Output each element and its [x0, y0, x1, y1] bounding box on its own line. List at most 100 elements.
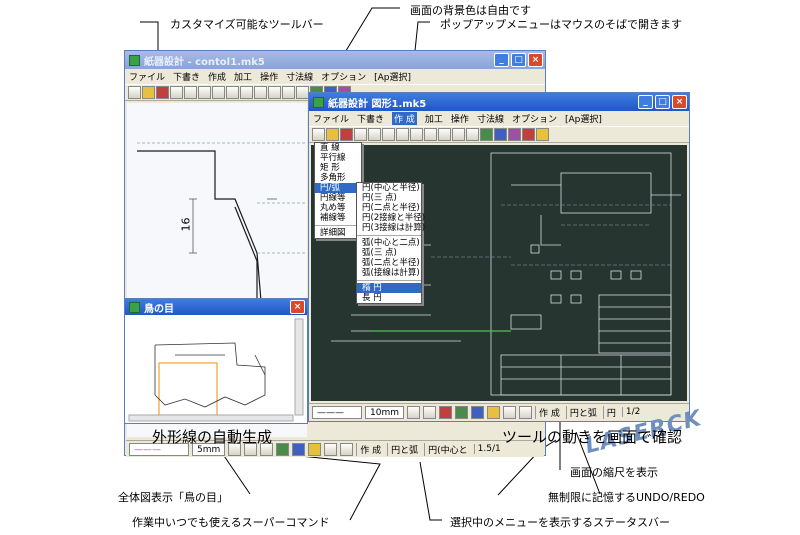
- minimize-button[interactable]: _: [494, 53, 509, 67]
- popup-separator: [357, 233, 421, 236]
- popup-item-round[interactable]: 丸め等: [315, 203, 361, 213]
- polygon-icon[interactable]: [282, 86, 295, 99]
- sub-item-5[interactable]: 円(3接線は計算): [357, 223, 425, 233]
- line-icon[interactable]: [354, 128, 367, 141]
- redo-icon[interactable]: [340, 442, 354, 456]
- sub-item-4[interactable]: 円(2接線と半径): [357, 213, 425, 223]
- undo-icon[interactable]: [324, 442, 338, 456]
- sub-item-3[interactable]: 円(二点と半径): [357, 203, 421, 213]
- status-menu-2: 円と弧: [565, 405, 600, 419]
- grid-icon[interactable]: [240, 86, 253, 99]
- copy-icon[interactable]: [536, 128, 549, 141]
- sub-item-9[interactable]: 弧(接線は計算): [357, 268, 421, 278]
- popup-item-parallel[interactable]: 平行線: [315, 153, 361, 163]
- menu-create[interactable]: 作成: [208, 70, 226, 83]
- super-cmd-3-icon[interactable]: [487, 405, 500, 419]
- birdseye-overview[interactable]: [125, 315, 307, 423]
- menu-draft[interactable]: 下書き: [173, 70, 200, 83]
- close-button[interactable]: ×: [290, 300, 305, 314]
- slant-icon[interactable]: [198, 86, 211, 99]
- menu-file[interactable]: ファイル: [129, 70, 165, 83]
- vline-icon[interactable]: [184, 86, 197, 99]
- menu-process[interactable]: 加工: [425, 112, 443, 125]
- redo-icon[interactable]: [519, 405, 532, 419]
- angle-icon[interactable]: [254, 86, 267, 99]
- status-menu-3: 円: [602, 405, 619, 419]
- maximize-button[interactable]: □: [655, 95, 670, 109]
- circle-icon[interactable]: [452, 128, 465, 141]
- menu-ap-select[interactable]: [Ap選択]: [565, 112, 602, 125]
- popup-item-detail[interactable]: 詳細図: [315, 228, 361, 238]
- menu-create[interactable]: 作 成: [392, 112, 417, 125]
- super-cmd-1-icon[interactable]: [455, 405, 468, 419]
- app-icon: [313, 96, 324, 108]
- popup-item-circle-arc[interactable]: 円/弧: [315, 183, 361, 193]
- mirror-icon[interactable]: [522, 128, 535, 141]
- open-icon[interactable]: [326, 128, 339, 141]
- undo-icon[interactable]: [503, 405, 516, 419]
- new-icon[interactable]: [128, 86, 141, 99]
- popup-item-polygon[interactable]: 多角形: [315, 173, 361, 183]
- menu-draft[interactable]: 下書き: [357, 112, 384, 125]
- menu-file[interactable]: ファイル: [313, 112, 349, 125]
- parallel-icon[interactable]: [226, 86, 239, 99]
- super-cmd-2-icon[interactable]: [292, 442, 306, 456]
- trim-icon[interactable]: [494, 128, 507, 141]
- status-menu-1: 作 成: [535, 405, 563, 419]
- status-menu-2: 円と弧: [387, 442, 421, 456]
- line-icon[interactable]: [170, 86, 183, 99]
- fillet-icon[interactable]: [480, 128, 493, 141]
- sub-item-7[interactable]: 弧(三 点): [357, 248, 421, 258]
- birdseye-titlebar[interactable]: 鳥の目 ×: [125, 299, 307, 315]
- popup-item-circle-line[interactable]: 円線等: [315, 193, 361, 203]
- scale-field[interactable]: 10mm: [365, 405, 404, 419]
- vline-icon[interactable]: [368, 128, 381, 141]
- slant-icon[interactable]: [382, 128, 395, 141]
- menu-process[interactable]: 加工: [234, 70, 252, 83]
- sub-item-1[interactable]: 円(中心と半径): [357, 183, 421, 193]
- close-button[interactable]: ×: [528, 53, 543, 67]
- popup-item-line[interactable]: 直 線: [315, 143, 361, 153]
- parallel-icon[interactable]: [396, 128, 409, 141]
- new-icon[interactable]: [312, 128, 325, 141]
- polygon-icon[interactable]: [438, 128, 451, 141]
- menu-ap-select[interactable]: [Ap選択]: [374, 70, 411, 83]
- close-button[interactable]: ×: [672, 95, 687, 109]
- menu-dimension[interactable]: 寸法線: [477, 112, 504, 125]
- popup-item-aux[interactable]: 補線等: [315, 213, 361, 223]
- sub-item-2[interactable]: 円(三 点): [357, 193, 421, 203]
- sub-item-ellipse[interactable]: 楕 円: [357, 283, 421, 293]
- super-cmd-1-icon[interactable]: [276, 442, 290, 456]
- sub-item-oval[interactable]: 長 円: [357, 293, 421, 303]
- super-cmd-2-icon[interactable]: [471, 405, 484, 419]
- maximize-button[interactable]: □: [511, 53, 526, 67]
- menu-option[interactable]: オプション: [321, 70, 366, 83]
- rect-icon[interactable]: [268, 86, 281, 99]
- status-menu-1: 作 成: [356, 442, 384, 456]
- offset-icon[interactable]: [508, 128, 521, 141]
- linetype-selector[interactable]: ———: [312, 405, 362, 419]
- super-cmd-3-icon[interactable]: [308, 442, 322, 456]
- open-icon[interactable]: [142, 86, 155, 99]
- view-all-icon[interactable]: [407, 405, 420, 419]
- callout-popup: ポップアップメニューはマウスのそばで開きます: [440, 18, 682, 31]
- arc-icon[interactable]: [466, 128, 479, 141]
- birdseye-window[interactable]: 鳥の目 ×: [124, 298, 308, 424]
- popup-item-rect[interactable]: 矩 形: [315, 163, 361, 173]
- zoom-window-icon[interactable]: [439, 405, 452, 419]
- grid-icon[interactable]: [410, 128, 423, 141]
- save-icon[interactable]: [156, 86, 169, 99]
- sub-item-8[interactable]: 弧(二点と半径): [357, 258, 421, 268]
- save-icon[interactable]: [340, 128, 353, 141]
- menu-option[interactable]: オプション: [512, 112, 557, 125]
- menu-operate[interactable]: 操作: [451, 112, 469, 125]
- sub-item-6[interactable]: 弧(中心と二点): [357, 238, 421, 248]
- minimize-button[interactable]: _: [638, 95, 653, 109]
- front-window-titlebar[interactable]: 紙器設計 図形1.mk5 _ □ ×: [309, 93, 689, 111]
- menu-dimension[interactable]: 寸法線: [286, 70, 313, 83]
- back-window-titlebar[interactable]: 紙器設計 - contol1.mk5 _ □ ×: [125, 51, 545, 69]
- slant2-icon[interactable]: [212, 86, 225, 99]
- menu-operate[interactable]: 操作: [260, 70, 278, 83]
- zoom-icon[interactable]: [423, 405, 436, 419]
- rect-icon[interactable]: [424, 128, 437, 141]
